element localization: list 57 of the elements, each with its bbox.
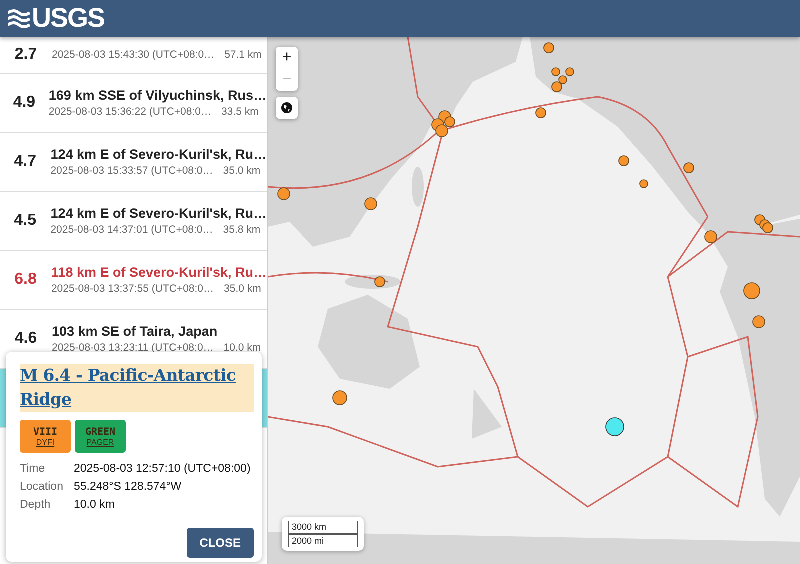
event-depth: 57.1 km xyxy=(224,49,262,61)
magnitude: 2.7 xyxy=(14,46,38,64)
event-title-link[interactable]: M 6.4 - Pacific-Antarctic Ridge xyxy=(20,364,254,412)
magnitude: 4.7 xyxy=(13,153,38,171)
event-title: 124 km E of Severo-Kuril'sk, Ru… xyxy=(50,206,267,221)
event-title: 124 km E of Severo-Kuril'sk, Ru… xyxy=(50,147,267,162)
zoom-in-button[interactable]: + xyxy=(276,47,298,69)
scale-km: 3000 km xyxy=(288,521,358,534)
event-depth: 35.0 km xyxy=(223,165,261,177)
earthquake-marker[interactable] xyxy=(566,68,574,76)
earthquake-marker[interactable] xyxy=(332,390,348,406)
island-drawing xyxy=(472,389,502,439)
selected-earthquake-marker[interactable] xyxy=(606,418,624,436)
detail-value: 10.0 km xyxy=(74,499,116,511)
magnitude: 4.9 xyxy=(12,94,37,112)
detail-label: Depth xyxy=(20,499,52,511)
event-depth: 10.0 km xyxy=(224,342,262,354)
event-time: 2025-08-03 13:37:55 (UTC+08:0… xyxy=(51,283,214,295)
magnitude: 6.8 xyxy=(14,271,38,289)
earthquake-marker[interactable] xyxy=(536,108,546,118)
earthquake-marker[interactable] xyxy=(364,198,378,210)
event-depth: 33.5 km xyxy=(221,106,259,118)
earthquake-marker[interactable] xyxy=(618,156,630,166)
close-button[interactable]: CLOSE xyxy=(186,528,254,558)
earthquake-marker[interactable] xyxy=(558,76,568,84)
event-time: 2025-08-03 15:36:22 (UTC+08:0… xyxy=(48,106,212,118)
earthquake-marker[interactable] xyxy=(762,222,774,234)
intensity-badge[interactable]: GREEN PAGER xyxy=(75,420,126,453)
earthquake-marker[interactable] xyxy=(744,282,760,300)
earthquake-marker[interactable] xyxy=(444,116,456,128)
event-depth: 35.8 km xyxy=(223,224,261,236)
event-title: 169 km SSE of Vilyuchinsk, Rus… xyxy=(48,88,267,103)
detail-label: Time xyxy=(20,463,46,475)
wave-logo-icon xyxy=(8,8,30,28)
scale-mi: 2000 mi xyxy=(288,534,358,547)
detail-label: Location xyxy=(20,481,64,493)
intensity-badge[interactable]: VIII DYFI xyxy=(20,420,71,453)
globe-button[interactable] xyxy=(276,97,298,119)
earthquake-marker[interactable] xyxy=(552,68,560,76)
logo[interactable]: USGS xyxy=(8,3,105,34)
earthquake-marker[interactable] xyxy=(436,124,448,138)
earthquake-marker[interactable] xyxy=(640,180,648,188)
event-time: 2025-08-03 15:33:57 (UTC+08:0… xyxy=(50,165,214,177)
detail-value: 2025-08-03 12:57:10 (UTC+08:00) xyxy=(74,463,252,475)
event-title: 118 km E of Severo-Kuril'sk, Ru… xyxy=(51,265,267,280)
earthquake-marker[interactable] xyxy=(278,188,290,200)
earthquake-marker[interactable] xyxy=(704,230,718,244)
globe-icon xyxy=(281,102,293,114)
magnitude: 4.6 xyxy=(14,330,38,348)
event-depth: 35.0 km xyxy=(224,283,262,295)
event-time: 2025-08-03 14:37:01 (UTC+08:0… xyxy=(50,224,214,236)
detail-value: 55.248°S 128.574°W xyxy=(74,481,183,493)
magnitude: 4.5 xyxy=(13,212,38,230)
event-time: 2025-08-03 15:43:30 (UTC+08:0… xyxy=(52,49,215,61)
event-title: 103 km SE of Taira, Japan xyxy=(52,324,219,339)
earthquake-marker[interactable] xyxy=(752,316,766,328)
event-time: 2025-08-03 13:23:11 (UTC+08:0… xyxy=(52,342,214,354)
